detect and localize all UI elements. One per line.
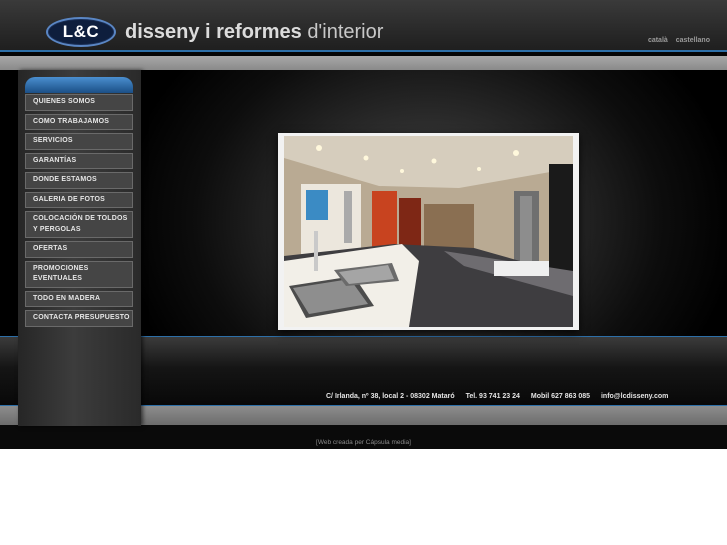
mobile-text: Mobil 627 863 085 — [530, 393, 591, 400]
address-text: C/ Irlanda, nº 38, local 2 - 08302 Matar… — [326, 393, 455, 400]
site-container: L&C disseny i reformes d'interior català… — [0, 0, 727, 449]
language-switcher: català castellano — [642, 37, 710, 44]
header-divider — [0, 50, 727, 52]
sidebar: QUIENES SOMOS COMO TRABAJAMOS SERVICIOS … — [18, 70, 141, 426]
menu-item-servicios[interactable]: SERVICIOS — [25, 133, 133, 150]
main-menu: QUIENES SOMOS COMO TRABAJAMOS SERVICIOS … — [25, 94, 133, 330]
email-link[interactable]: info@lcdisseny.com — [601, 393, 668, 400]
web-credit-link[interactable]: [Web creada per Cápsula media] — [0, 439, 727, 446]
phone-text: Tel. 93 741 23 24 — [465, 393, 520, 400]
menu-item-como-trabajamos[interactable]: COMO TRABAJAMOS — [25, 113, 133, 130]
logo-badge: L&C — [46, 17, 116, 47]
brand-name: disseny i reformes d'interior — [125, 21, 383, 44]
lang-catala-link[interactable]: català — [648, 37, 668, 44]
photo-frame — [278, 133, 579, 330]
menu-item-quienes-somos[interactable]: QUIENES SOMOS — [25, 94, 133, 111]
sidebar-cap — [25, 77, 133, 93]
menu-item-contacta[interactable]: CONTACTA PRESUPUESTO — [25, 310, 133, 327]
header: L&C disseny i reformes d'interior català… — [0, 0, 727, 52]
menu-item-galeria-fotos[interactable]: GALERIA DE FOTOS — [25, 191, 133, 208]
logo-mark: L&C — [62, 22, 100, 41]
contact-info: C/ Irlanda, nº 38, local 2 - 08302 Matar… — [326, 393, 677, 400]
lang-castellano-link[interactable]: castellano — [676, 37, 710, 44]
menu-item-todo-madera[interactable]: TODO EN MADERA — [25, 290, 133, 307]
brand-bold: disseny i reformes — [125, 20, 302, 43]
showroom-photo — [284, 136, 573, 327]
top-band — [0, 56, 727, 70]
brand-light: d'interior — [307, 20, 384, 43]
menu-item-toldos-pergolas[interactable]: COLOCACIÓN DE TOLDOS Y PERGOLAS — [25, 211, 133, 238]
menu-item-garantias[interactable]: GARANTÍAS — [25, 152, 133, 169]
menu-item-ofertas[interactable]: OFERTAS — [25, 241, 133, 258]
logo[interactable]: L&C disseny i reformes d'interior — [46, 17, 383, 47]
menu-item-promociones[interactable]: PROMOCIONES EVENTUALES — [25, 260, 133, 288]
menu-item-donde-estamos[interactable]: DONDE ESTAMOS — [25, 172, 133, 189]
